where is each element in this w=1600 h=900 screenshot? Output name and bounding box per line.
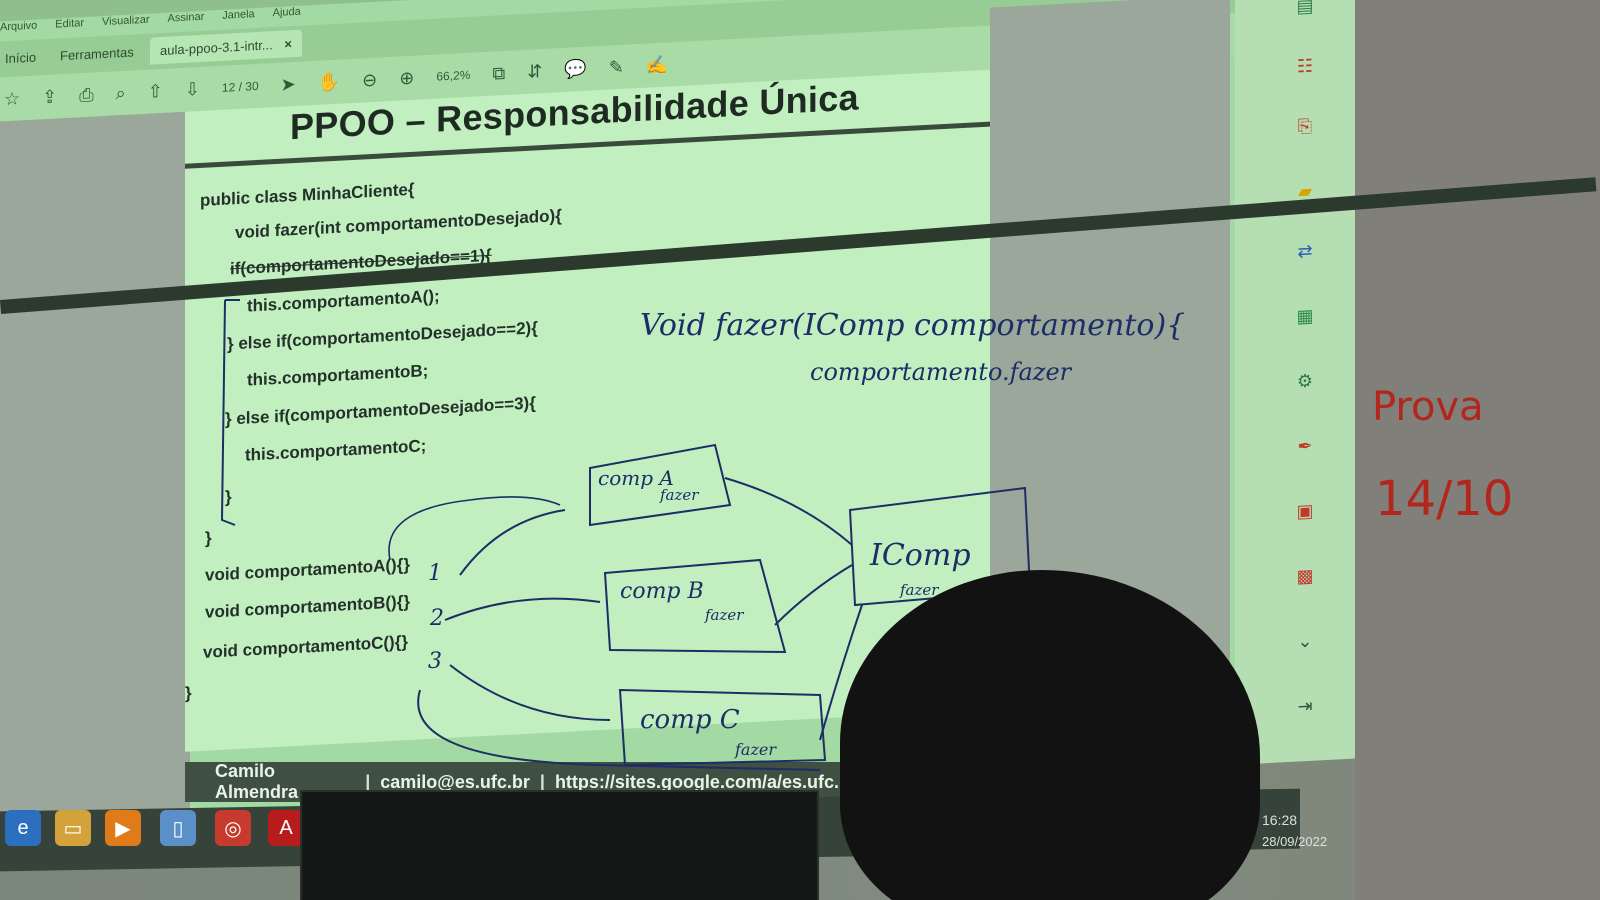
notepad-icon[interactable]: ▯ [160,810,196,846]
folder-icon[interactable]: ▭ [55,810,91,846]
whiteboard-date: 14/10 [1375,471,1513,527]
media-player-icon[interactable]: ▶ [105,810,141,846]
clock-time: 16:28 [1262,812,1298,828]
whiteboard-marker-layer: Prova 14/10 [1372,384,1513,527]
acrobat-icon[interactable]: A [268,810,304,846]
browser-icon[interactable]: e [5,810,41,846]
whiteboard-word: Prova [1372,384,1484,430]
system-clock[interactable]: 16:28 28/09/2022 [1262,812,1327,849]
chrome-icon[interactable]: ◎ [215,810,251,846]
foreground-monitor [300,790,819,900]
clock-date: 28/09/2022 [1262,834,1328,849]
photo-scene: Arquivo Editar Visualizar Assinar Janela… [0,0,1600,900]
